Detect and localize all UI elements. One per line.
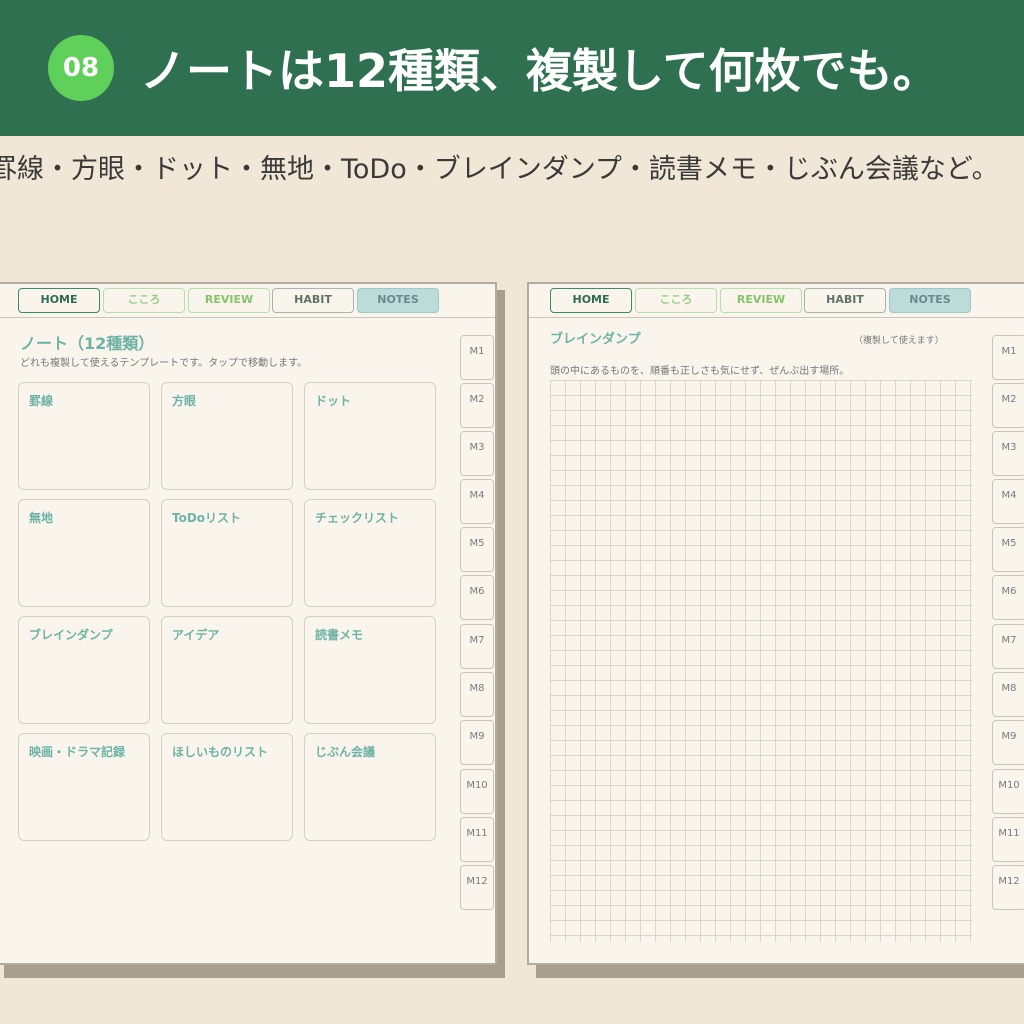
card-label: 映画・ドラマ記録 bbox=[29, 745, 126, 759]
tab-notes[interactable]: NOTES bbox=[357, 288, 439, 313]
side-tab-m12[interactable]: M12 bbox=[460, 865, 494, 910]
feature-subline: 罫線・方眼・ドット・無地・ToDo・ブレインダンプ・読書メモ・じぶん会議など。 bbox=[0, 154, 999, 185]
card-label: 読書メモ bbox=[315, 628, 364, 642]
tab-habit[interactable]: HABIT bbox=[804, 288, 886, 313]
tab-home[interactable]: HOME bbox=[550, 288, 632, 313]
side-tab-m6[interactable]: M6 bbox=[460, 575, 494, 620]
note-card-self-meeting[interactable]: じぶん会議 bbox=[304, 733, 436, 841]
page-title: ブレインダンプ bbox=[550, 332, 641, 347]
note-card-wishlist[interactable]: ほしいものリスト bbox=[161, 733, 293, 841]
card-label: 罫線 bbox=[29, 394, 54, 408]
note-card-reading-memo[interactable]: 読書メモ bbox=[304, 616, 436, 724]
card-label: 方眼 bbox=[172, 394, 197, 408]
note-card-dot[interactable]: ドット bbox=[304, 382, 436, 490]
side-tab-m5[interactable]: M5 bbox=[460, 527, 494, 572]
card-label: アイデア bbox=[172, 628, 220, 642]
top-tab-bar: HOME こころ REVIEW HABIT NOTES bbox=[0, 284, 495, 318]
card-label: ブレインダンプ bbox=[29, 628, 113, 642]
side-tab-m8[interactable]: M8 bbox=[992, 672, 1024, 717]
side-tab-m7[interactable]: M7 bbox=[460, 624, 494, 669]
tab-kokoro[interactable]: こころ bbox=[635, 288, 717, 313]
card-label: ほしいものリスト bbox=[172, 745, 269, 759]
side-tab-m12[interactable]: M12 bbox=[992, 865, 1024, 910]
top-tab-bar: HOME こころ REVIEW HABIT NOTES bbox=[529, 284, 1024, 318]
side-tab-m10[interactable]: M10 bbox=[460, 769, 494, 814]
side-tab-m11[interactable]: M11 bbox=[460, 817, 494, 862]
tab-habit[interactable]: HABIT bbox=[272, 288, 354, 313]
tab-review[interactable]: REVIEW bbox=[720, 288, 802, 313]
note-card-blank[interactable]: 無地 bbox=[18, 499, 150, 607]
side-tab-m9[interactable]: M9 bbox=[992, 720, 1024, 765]
side-tab-m3[interactable]: M3 bbox=[460, 431, 494, 476]
note-card-todo[interactable]: ToDoリスト bbox=[161, 499, 293, 607]
page-description: どれも複製して使えるテンプレートです。タップで移動します。 bbox=[20, 358, 308, 369]
side-tab-m6[interactable]: M6 bbox=[992, 575, 1024, 620]
tab-notes[interactable]: NOTES bbox=[889, 288, 971, 313]
note-card-checklist[interactable]: チェックリスト bbox=[304, 499, 436, 607]
duplicate-note: （複製して使えます） bbox=[854, 336, 944, 346]
side-tab-m2[interactable]: M2 bbox=[992, 383, 1024, 428]
tab-kokoro[interactable]: こころ bbox=[103, 288, 185, 313]
side-tab-m5[interactable]: M5 bbox=[992, 527, 1024, 572]
note-card-grid[interactable]: 方眼 bbox=[161, 382, 293, 490]
notes-index-page: HOME こころ REVIEW HABIT NOTES ノート（12種類） どれ… bbox=[0, 282, 497, 965]
braindump-grid-area[interactable] bbox=[550, 380, 972, 942]
tab-home[interactable]: HOME bbox=[18, 288, 100, 313]
side-tab-m7[interactable]: M7 bbox=[992, 624, 1024, 669]
card-label: じぶん会議 bbox=[315, 745, 376, 759]
page-title: ノート（12種類） bbox=[20, 334, 155, 353]
card-label: ToDoリスト bbox=[172, 511, 242, 525]
side-tab-m8[interactable]: M8 bbox=[460, 672, 494, 717]
note-card-movie-log[interactable]: 映画・ドラマ記録 bbox=[18, 733, 150, 841]
note-card-braindump[interactable]: ブレインダンプ bbox=[18, 616, 150, 724]
side-tab-m1[interactable]: M1 bbox=[992, 335, 1024, 380]
side-tab-m1[interactable]: M1 bbox=[460, 335, 494, 380]
step-badge: 08 bbox=[48, 35, 114, 101]
note-card-ruled[interactable]: 罫線 bbox=[18, 382, 150, 490]
card-label: ドット bbox=[315, 394, 352, 408]
page-description: 頭の中にあるものを、順番も正しさも気にせず、ぜんぶ出す場所。 bbox=[550, 366, 850, 377]
card-label: チェックリスト bbox=[315, 511, 400, 525]
side-tab-m10[interactable]: M10 bbox=[992, 769, 1024, 814]
side-tab-m9[interactable]: M9 bbox=[460, 720, 494, 765]
side-tab-m11[interactable]: M11 bbox=[992, 817, 1024, 862]
side-tab-m4[interactable]: M4 bbox=[460, 479, 494, 524]
card-label: 無地 bbox=[29, 511, 54, 525]
header-banner: 08 ノートは12種類、複製して何枚でも。 bbox=[0, 0, 1024, 136]
tab-review[interactable]: REVIEW bbox=[188, 288, 270, 313]
side-tab-m2[interactable]: M2 bbox=[460, 383, 494, 428]
side-tab-m3[interactable]: M3 bbox=[992, 431, 1024, 476]
note-card-idea[interactable]: アイデア bbox=[161, 616, 293, 724]
side-tab-m4[interactable]: M4 bbox=[992, 479, 1024, 524]
headline: ノートは12種類、複製して何枚でも。 bbox=[140, 44, 939, 98]
